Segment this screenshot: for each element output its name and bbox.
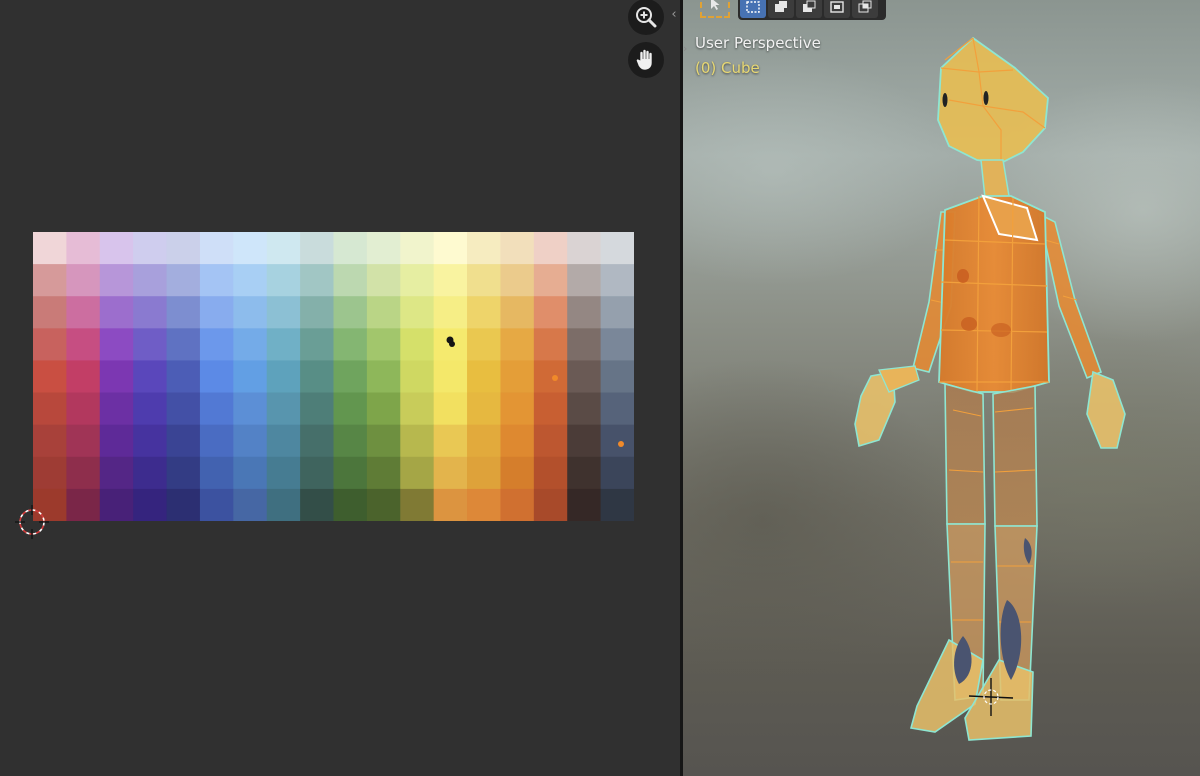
select-tool-button[interactable]	[700, 0, 730, 18]
select-box-subtract-button[interactable]	[796, 0, 822, 18]
view-name-label: User Perspective	[695, 34, 821, 52]
uv-editor[interactable]: ‹	[0, 0, 680, 776]
chevron-right-icon[interactable]: ›	[683, 42, 691, 56]
select-box-extend-icon	[775, 1, 787, 12]
select-box-new-button[interactable]	[740, 0, 766, 18]
2d-cursor-icon[interactable]	[15, 505, 49, 539]
uv-overlay	[446, 336, 624, 447]
selection-mode-group	[738, 0, 886, 20]
select-box-subtract-icon	[803, 0, 816, 12]
select-box-invert-icon	[830, 1, 844, 13]
torso-mesh[interactable]	[938, 194, 1050, 393]
zoom-button[interactable]	[628, 0, 664, 35]
chevron-left-icon[interactable]: ‹	[668, 8, 680, 22]
active-object-label: (0) Cube	[695, 59, 760, 77]
select-box-intersect-button[interactable]	[852, 0, 878, 18]
uv-vertex[interactable]	[449, 341, 455, 347]
select-cursor-icon	[711, 0, 720, 10]
3d-viewport[interactable]: › User Perspective (0) Cube	[683, 0, 1200, 776]
3d-cursor-icon[interactable]	[965, 676, 1017, 718]
select-box-extend-button[interactable]	[768, 0, 794, 18]
character-mesh[interactable]	[683, 0, 1200, 776]
select-box-invert-button[interactable]	[824, 0, 850, 18]
hand-icon	[636, 49, 653, 71]
select-box-new-icon	[746, 1, 760, 13]
magnifier-plus-icon	[636, 7, 657, 28]
arm-right-mesh[interactable]	[1037, 212, 1126, 449]
uv-vertex-selected[interactable]	[618, 441, 624, 447]
pan-button[interactable]	[628, 42, 664, 78]
uv-vertex-selected[interactable]	[552, 375, 558, 381]
hand-right-mesh[interactable]	[1086, 370, 1126, 449]
neck-mesh[interactable]	[980, 159, 1010, 199]
select-box-intersect-icon	[858, 0, 872, 13]
head-mesh[interactable]	[937, 36, 1049, 164]
